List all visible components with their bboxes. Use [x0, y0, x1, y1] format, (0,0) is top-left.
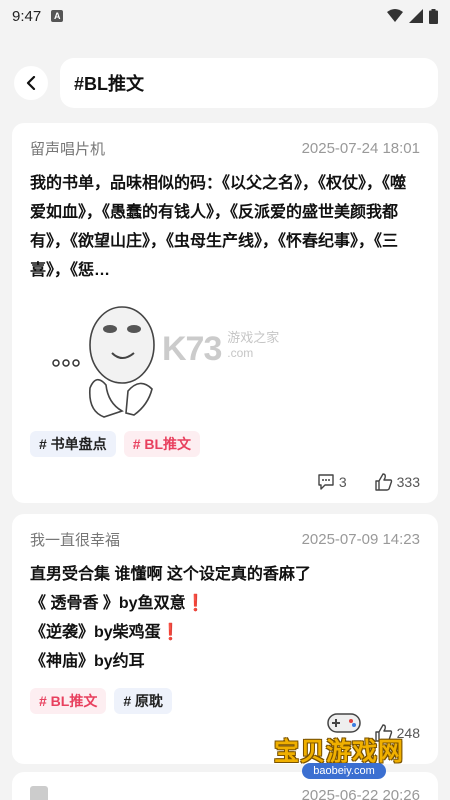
post-header: 留声唱片机 2025-07-24 18:01 — [30, 137, 420, 159]
post-content[interactable]: 我的书单，品味相似的码：《以父之名》，《权仗》，《噬爱如血》，《愚蠢的有钱人》，… — [30, 169, 420, 285]
like-count: 333 — [396, 474, 420, 490]
post-tags: # 书单盘点 # BL推文 — [30, 431, 420, 457]
comment-icon — [318, 474, 334, 490]
book-title: 《逆袭》by柴鸡蛋 — [30, 624, 161, 641]
k73-watermark: K73 游戏之家 .com — [162, 330, 279, 369]
k73-logo-text: K73 — [162, 330, 222, 368]
content-line: 《神庙》by约耳 — [30, 653, 145, 670]
post-card[interactable]: 留声唱片机 2025-07-24 18:01 我的书单，品味相似的码：《以父之名… — [12, 123, 438, 503]
post-author[interactable]: 留声唱片机 — [30, 138, 105, 159]
tag-bl[interactable]: # BL推文 — [123, 431, 201, 457]
tag-book-list[interactable]: # 书单盘点 — [30, 431, 116, 457]
comment-button[interactable]: 3 — [317, 474, 347, 490]
post-time: 2025-07-09 14:23 — [301, 530, 420, 548]
signal-icon — [409, 9, 423, 23]
status-icons — [387, 8, 438, 24]
status-bar: 9:47 A — [0, 0, 450, 32]
avatar[interactable] — [30, 786, 48, 800]
comment-count: 3 — [338, 474, 347, 490]
k73-watermark-sub: 游戏之家 .com — [227, 330, 279, 361]
content-line: 《逆袭》by柴鸡蛋❗ — [30, 618, 420, 647]
exclamation-icon: ❗ — [160, 624, 181, 641]
post-time: 2025-06-22 20:26 — [301, 786, 420, 800]
post-header: 我一直很幸福 2025-07-09 14:23 — [30, 528, 420, 550]
post-author[interactable]: 我一直很幸福 — [30, 529, 120, 550]
content-line: 直男受合集 谁懂啊 这个设定真的香麻了 — [30, 566, 311, 583]
baobei-url: baobeiy.com — [302, 763, 386, 779]
k73-sub-text: 游戏之家 — [227, 330, 280, 345]
post-content[interactable]: 直男受合集 谁懂啊 这个设定真的香麻了 《 透骨香 》by鱼双意❗ 《逆袭》by… — [30, 560, 420, 676]
k73-url-text: .com — [227, 346, 254, 360]
search-input[interactable]: #BL推文 — [60, 58, 438, 108]
post-time: 2025-07-24 18:01 — [301, 139, 420, 157]
post-image[interactable] — [30, 293, 156, 419]
back-button[interactable] — [14, 66, 48, 100]
status-time: 9:47 — [12, 7, 42, 25]
meme-face-image — [52, 306, 155, 418]
wifi-icon — [387, 9, 403, 22]
tag-bl[interactable]: # BL推文 — [30, 688, 107, 714]
battery-icon — [429, 8, 438, 24]
post-footer: 3 333 — [30, 471, 420, 493]
thumbs-up-icon — [374, 473, 392, 491]
tag-danmei[interactable]: # 原耽 — [114, 688, 173, 714]
exclamation-icon: ❗ — [185, 595, 206, 612]
like-button[interactable]: 333 — [374, 473, 420, 491]
book-title: 《 透骨香 》by鱼双意 — [30, 595, 186, 612]
post-header: 2025-06-22 20:26 — [30, 784, 420, 800]
baobei-watermark: 宝贝游戏网 baobeiy.com — [272, 708, 422, 780]
app-notification-icon: A — [51, 10, 64, 22]
back-arrow-icon — [26, 76, 36, 90]
content-line: 《 透骨香 》by鱼双意❗ — [30, 589, 420, 618]
search-bar: #BL推文 — [14, 58, 438, 108]
